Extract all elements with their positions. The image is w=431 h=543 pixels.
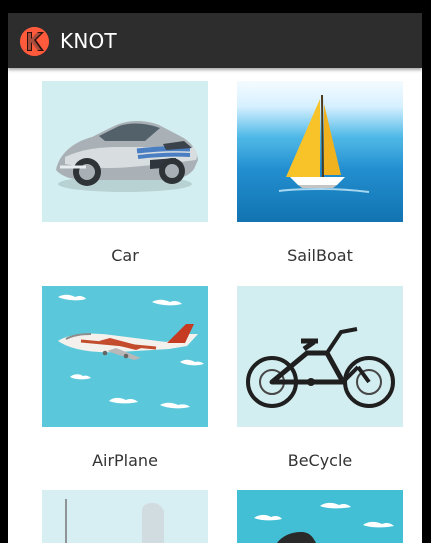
grid-item-partial-2[interactable]: [237, 490, 403, 543]
grid-item-bicycle[interactable]: BeCycle: [237, 286, 403, 486]
grid-item-label: Car: [111, 246, 139, 265]
bicycle-image[interactable]: [237, 286, 403, 427]
partial-image-1[interactable]: [42, 490, 208, 543]
action-bar: KNOT: [8, 13, 422, 68]
app-title: KNOT: [60, 29, 117, 53]
grid-item-car[interactable]: Car: [42, 81, 208, 281]
airplane-image[interactable]: [42, 286, 208, 427]
knot-logo-icon: [20, 27, 49, 56]
sailboat-image[interactable]: [237, 81, 403, 222]
grid-item-label: BeCycle: [287, 451, 353, 470]
grid-item-label: SailBoat: [287, 246, 353, 265]
partial-image-2[interactable]: [237, 490, 403, 543]
image-grid[interactable]: Car SailBoat AirPlane BeCycle: [8, 68, 422, 543]
grid-item-partial-1[interactable]: [42, 490, 208, 543]
car-image[interactable]: [42, 81, 208, 222]
grid-item-airplane[interactable]: AirPlane: [42, 286, 208, 486]
app-screen: KNOT Car SailBoat AirPlane BeCycle: [8, 13, 422, 543]
grid-item-label: AirPlane: [92, 451, 158, 470]
grid-item-sailboat[interactable]: SailBoat: [237, 81, 403, 281]
